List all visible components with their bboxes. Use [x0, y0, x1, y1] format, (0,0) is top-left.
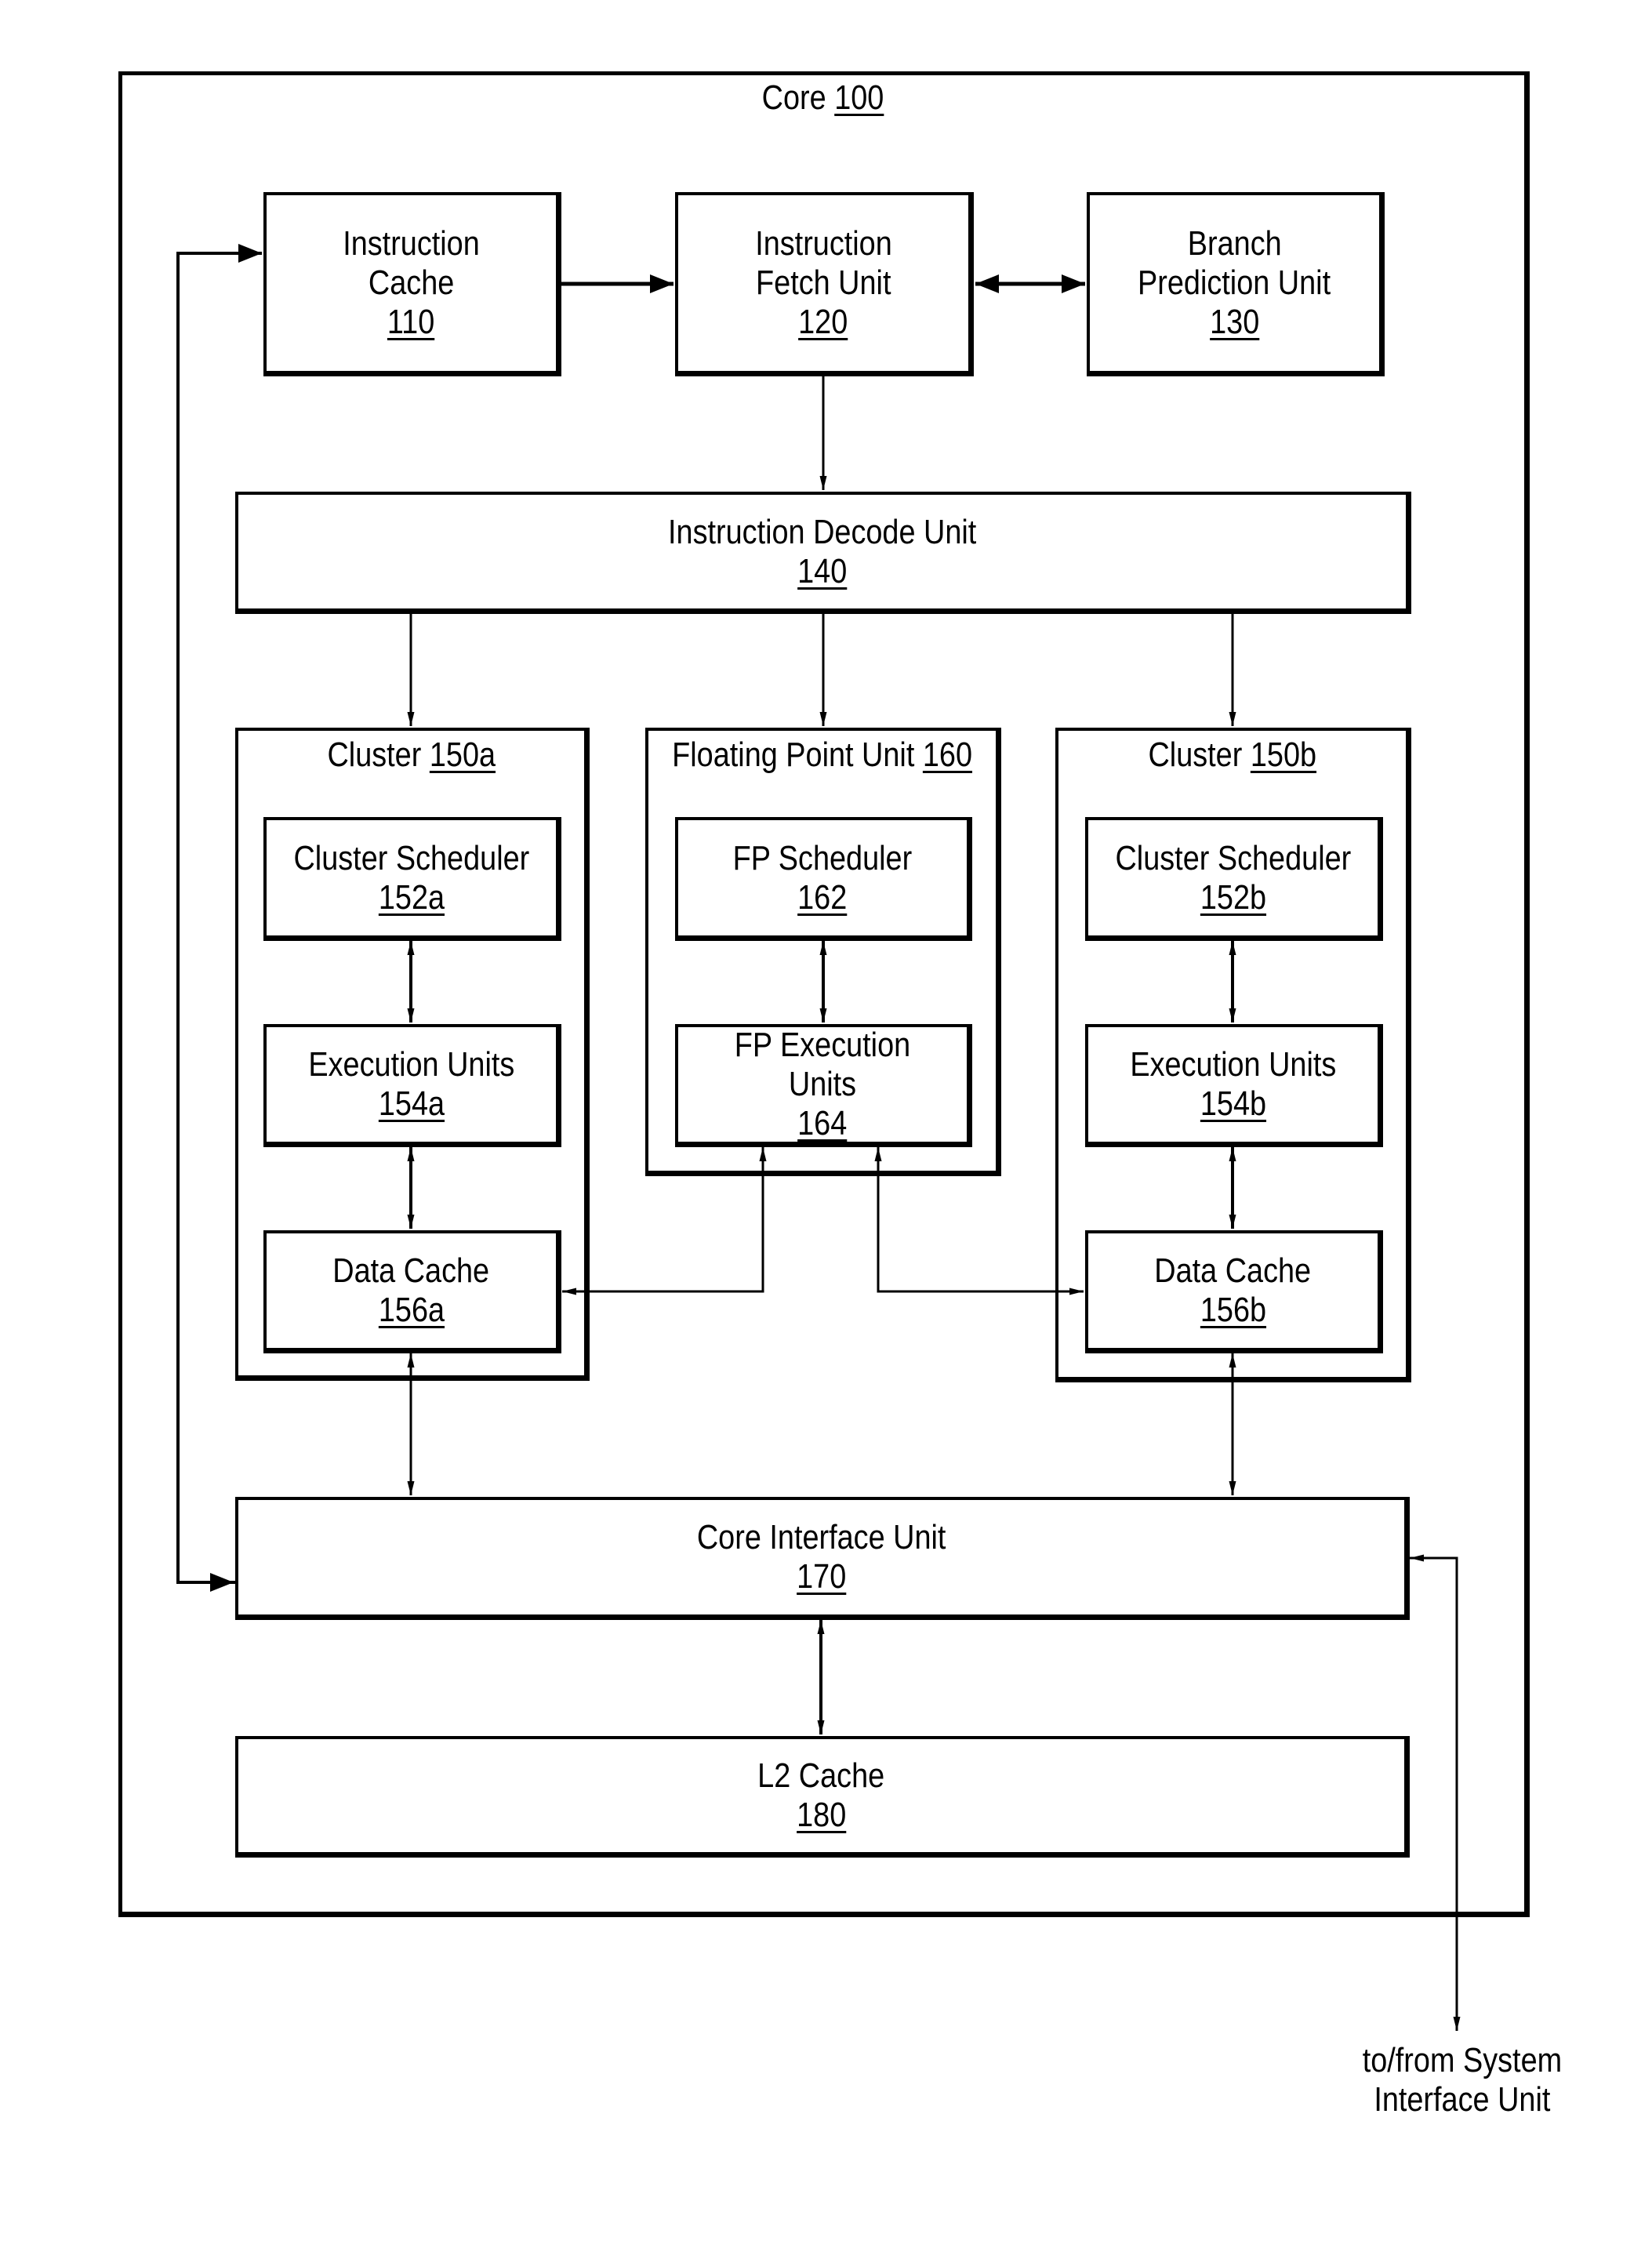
system-interface-label: to/from System Interface Unit — [1362, 2041, 1563, 2119]
data-cache-b-box: Data Cache 156b — [1085, 1230, 1383, 1353]
instruction-cache-box: Instruction Cache 110 — [263, 192, 561, 376]
cluster-scheduler-b-box: Cluster Scheduler 152b — [1085, 817, 1383, 941]
fp-scheduler-box: FP Scheduler 162 — [675, 817, 972, 941]
l2-cache-box: L2 Cache 180 — [235, 1736, 1410, 1858]
core-interface-unit-box: Core Interface Unit 170 — [235, 1497, 1410, 1620]
execution-units-a-box: Execution Units 154a — [263, 1024, 561, 1147]
execution-units-b-box: Execution Units 154b — [1085, 1024, 1383, 1147]
instruction-decode-unit-box: Instruction Decode Unit 140 — [235, 492, 1411, 614]
branch-prediction-unit-box: Branch Prediction Unit 130 — [1087, 192, 1385, 376]
fp-execution-units-box: FP Execution Units 164 — [675, 1024, 972, 1147]
data-cache-a-box: Data Cache 156a — [263, 1230, 561, 1353]
cluster-scheduler-a-box: Cluster Scheduler 152a — [263, 817, 561, 941]
core-title: Core 100 — [762, 78, 884, 117]
instruction-fetch-unit-box: Instruction Fetch Unit 120 — [675, 192, 974, 376]
